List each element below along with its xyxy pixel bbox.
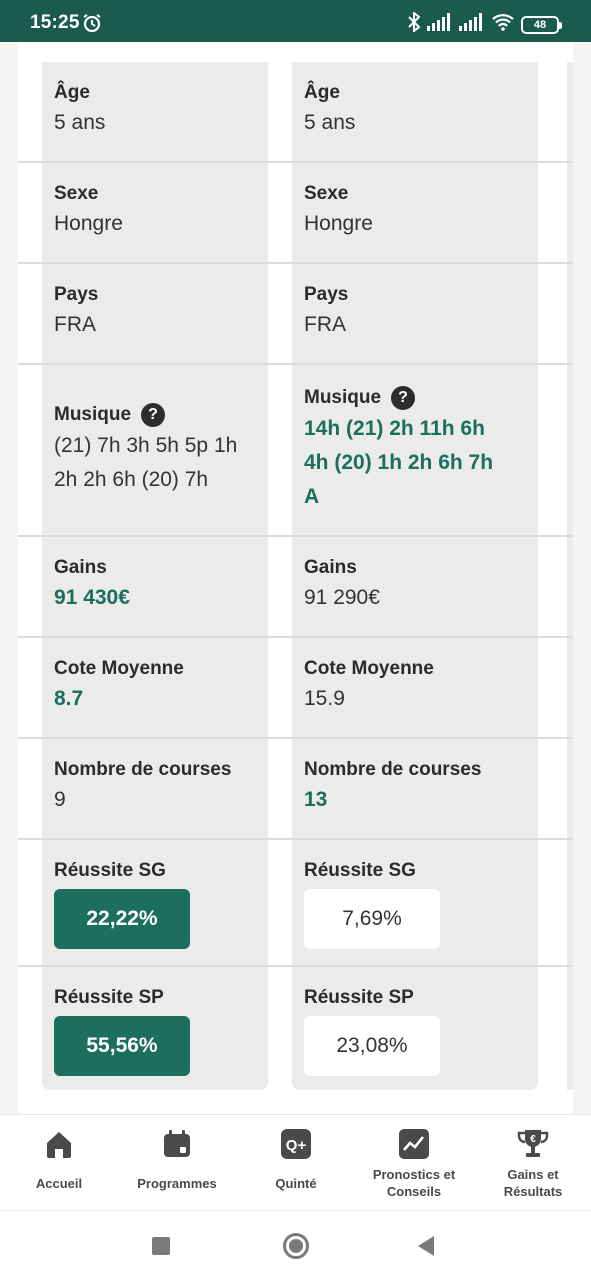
cote-value: 8.7 [54,687,84,710]
row-age: Âge 5 ans Âge 5 ans [18,62,573,163]
pays-label: Pays [54,284,99,305]
tab-label: Pronostics et Conseils [372,1167,456,1199]
courses-label: Nombre de courses [54,759,232,780]
signal-icon-2 [459,13,485,36]
back-button[interactable] [416,1234,436,1263]
sg-label: Réussite SG [304,860,416,881]
sexe-label: Sexe [304,183,349,204]
home-button[interactable] [283,1233,309,1259]
bottom-tab-bar: Accueil Programmes Q+ Quinté Pronostics … [0,1114,591,1210]
pays-value: FRA [304,313,346,336]
status-bar: 15:25 48 [0,0,591,42]
sexe-value: Hongre [304,212,373,235]
row-musique: Musique ? (21) 7h 3h 5h 5p 1h 2h 2h 6h (… [18,365,573,537]
gains-value: 91 290€ [304,586,380,609]
svg-text:Q+: Q+ [286,1137,307,1154]
row-sexe: Sexe Hongre Sexe Hongre [18,163,573,264]
sexe-value: Hongre [54,212,123,235]
musique-line: (21) 7h 3h 5h 5p 1h [54,434,238,457]
row-reussite-sg: Réussite SG 22,22% Réussite SG 7,69% [18,840,573,967]
pays-value: FRA [54,313,96,336]
musique-label: Musique [54,404,132,425]
sg-value-badge: 22,22% [54,889,190,949]
musique-line: 4h (20) 1h 2h 6h 7h [304,451,494,474]
sg-value-badge: 7,69% [304,889,440,949]
gains-label: Gains [304,557,357,578]
tab-quinte[interactable]: Q+ Quinté [250,1115,342,1211]
home-icon [44,1127,74,1161]
recents-button[interactable] [152,1237,170,1255]
system-navigation-bar [0,1210,591,1280]
musique-value: (21) 7h 3h 5h 5p 1h 2h 2h 6h (20) 7h [54,429,274,497]
tab-pronostics[interactable]: Pronostics et Conseils [357,1115,471,1211]
comparison-panel: Âge 5 ans Âge 5 ans Sexe Hongre Sexe Hon… [18,42,573,1114]
tab-programmes[interactable]: Programmes [122,1115,232,1211]
musique-label: Musique [304,387,382,408]
cote-label: Cote Moyenne [304,658,434,679]
cote-value: 15.9 [304,687,345,710]
sg-label: Réussite SG [54,860,166,881]
chart-icon [398,1127,430,1161]
pays-label: Pays [304,284,349,305]
age-value: 5 ans [304,111,356,134]
musique-line: 14h (21) 2h 11h 6h [304,417,485,440]
gains-label: Gains [54,557,107,578]
tab-label: Programmes [137,1176,217,1191]
row-reussite-sp: Réussite SP 55,56% Réussite SP 23,08% [18,967,573,1094]
sp-label: Réussite SP [304,987,414,1008]
tab-accueil[interactable]: Accueil [14,1115,104,1211]
status-time: 15:25 [30,12,80,33]
age-value: 5 ans [54,111,106,134]
bluetooth-icon [407,10,421,37]
sp-label: Réussite SP [54,987,164,1008]
row-nombre-courses: Nombre de courses 9 Nombre de courses 13 [18,739,573,840]
signal-icon [427,13,453,36]
age-label: Âge [54,82,90,103]
courses-value: 9 [54,788,66,811]
alarm-icon [82,13,102,38]
quinte-icon: Q+ [280,1127,312,1161]
tab-label: Accueil [35,1176,83,1191]
courses-value: 13 [304,788,328,811]
row-cote-moyenne: Cote Moyenne 8.7 Cote Moyenne 15.9 [18,638,573,739]
help-icon[interactable]: ? [141,403,166,427]
row-gains: Gains 91 430€ Gains 91 290€ [18,537,573,638]
musique-value: 14h (21) 2h 11h 6h 4h (20) 1h 2h 6h 7h A [304,412,534,514]
help-icon[interactable]: ? [391,386,416,410]
tab-gains-resultats[interactable]: € Gains et Résultats [488,1115,578,1211]
gains-value: 91 430€ [54,586,130,609]
calendar-icon [162,1127,192,1161]
musique-line: A [304,485,320,508]
row-pays: Pays FRA Pays FRA [18,264,573,365]
tab-label: Quinté [275,1176,317,1191]
svg-text:€: € [530,1134,536,1145]
sp-value-badge: 55,56% [54,1016,190,1076]
musique-line: 2h 2h 6h (20) 7h [54,468,209,491]
age-label: Âge [304,82,340,103]
battery-icon: 48 [521,15,562,34]
sexe-label: Sexe [54,183,99,204]
courses-label: Nombre de courses [304,759,482,780]
tab-label: Gains et Résultats [503,1167,563,1199]
cote-label: Cote Moyenne [54,658,184,679]
trophy-icon: € [516,1127,550,1161]
wifi-icon [491,13,515,36]
sp-value-badge: 23,08% [304,1016,440,1076]
